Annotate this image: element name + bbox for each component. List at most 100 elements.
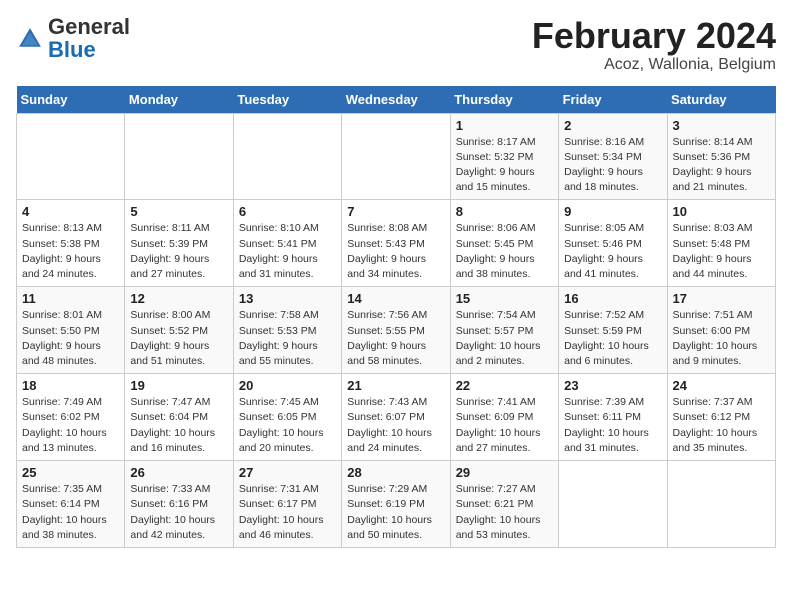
calendar-cell: 28 Sunrise: 7:29 AM Sunset: 6:19 PM Dayli… [342,461,450,548]
logo: General Blue [16,16,130,62]
calendar-cell: 4 Sunrise: 8:13 AM Sunset: 5:38 PM Daylig… [17,200,125,287]
calendar-week-row: 11Sunrise: 8:01 AM Sunset: 5:50 PM Dayli… [17,287,776,374]
day-info: Sunrise: 7:52 AM Sunset: 5:59 PM Dayligh… [564,308,661,369]
calendar-cell: 9Sunrise: 8:05 AM Sunset: 5:46 PM Daylig… [559,200,667,287]
title-block: February 2024 Acoz, Wallonia, Belgium [532,16,776,74]
calendar-cell: 12Sunrise: 8:00 AM Sunset: 5:52 PM Dayli… [125,287,233,374]
day-number: 16 [564,291,661,306]
calendar-cell: 13 Sunrise: 7:58 AM Sunset: 5:53 PM Dayli… [233,287,341,374]
calendar-cell [559,461,667,548]
day-number: 29 [456,465,553,480]
day-info: Sunrise: 7:39 AM Sunset: 6:11 PM Dayligh… [564,395,661,456]
day-number: 11 [22,291,119,306]
main-title: February 2024 [532,16,776,56]
calendar-cell: 7 Sunrise: 8:08 AM Sunset: 5:43 PM Daylig… [342,200,450,287]
calendar-cell [233,113,341,200]
day-info: Sunrise: 7:43 AM Sunset: 6:07 PM Dayligh… [347,395,444,456]
day-info: Sunrise: 7:45 AM Sunset: 6:05 PM Dayligh… [239,395,336,456]
day-number: 4 [22,204,119,219]
calendar-week-row: 4 Sunrise: 8:13 AM Sunset: 5:38 PM Daylig… [17,200,776,287]
calendar-cell: 29 Sunrise: 7:27 AM Sunset: 6:21 PM Dayli… [450,461,558,548]
calendar-cell: 5Sunrise: 8:11 AM Sunset: 5:39 PM Daylig… [125,200,233,287]
day-number: 28 [347,465,444,480]
day-number: 17 [673,291,770,306]
day-info: Sunrise: 8:16 AM Sunset: 5:34 PM Dayligh… [564,135,661,196]
day-info: Sunrise: 8:08 AM Sunset: 5:43 PM Dayligh… [347,221,444,282]
calendar-week-row: 25 Sunrise: 7:35 AM Sunset: 6:14 PM Dayli… [17,461,776,548]
calendar-cell: 1 Sunrise: 8:17 AM Sunset: 5:32 PM Daylig… [450,113,558,200]
weekday-header: Monday [125,86,233,114]
calendar-cell: 17 Sunrise: 7:51 AM Sunset: 6:00 PM Dayli… [667,287,775,374]
day-number: 2 [564,118,661,133]
day-info: Sunrise: 7:51 AM Sunset: 6:00 PM Dayligh… [673,308,770,369]
calendar-cell: 3 Sunrise: 8:14 AM Sunset: 5:36 PM Daylig… [667,113,775,200]
calendar-cell: 16 Sunrise: 7:52 AM Sunset: 5:59 PM Dayli… [559,287,667,374]
calendar-table: SundayMondayTuesdayWednesdayThursdayFrid… [16,86,776,548]
day-info: Sunrise: 8:03 AM Sunset: 5:48 PM Dayligh… [673,221,770,282]
calendar-cell: 18 Sunrise: 7:49 AM Sunset: 6:02 PM Dayli… [17,374,125,461]
day-info: Sunrise: 7:54 AM Sunset: 5:57 PM Dayligh… [456,308,553,369]
day-info: Sunrise: 7:29 AM Sunset: 6:19 PM Dayligh… [347,482,444,543]
day-info: Sunrise: 7:27 AM Sunset: 6:21 PM Dayligh… [456,482,553,543]
calendar-cell: 8 Sunrise: 8:06 AM Sunset: 5:45 PM Daylig… [450,200,558,287]
logo-text: General Blue [48,16,130,62]
weekday-header: Thursday [450,86,558,114]
day-number: 6 [239,204,336,219]
day-number: 26 [130,465,227,480]
day-info: Sunrise: 7:47 AM Sunset: 6:04 PM Dayligh… [130,395,227,456]
day-number: 21 [347,378,444,393]
calendar-week-row: 18 Sunrise: 7:49 AM Sunset: 6:02 PM Dayli… [17,374,776,461]
day-number: 20 [239,378,336,393]
day-info: Sunrise: 8:06 AM Sunset: 5:45 PM Dayligh… [456,221,553,282]
day-number: 9 [564,204,661,219]
calendar-cell: 2 Sunrise: 8:16 AM Sunset: 5:34 PM Daylig… [559,113,667,200]
calendar-cell: 14 Sunrise: 7:56 AM Sunset: 5:55 PM Dayli… [342,287,450,374]
day-number: 7 [347,204,444,219]
day-number: 27 [239,465,336,480]
day-number: 25 [22,465,119,480]
day-number: 14 [347,291,444,306]
day-number: 1 [456,118,553,133]
calendar-week-row: 1 Sunrise: 8:17 AM Sunset: 5:32 PM Daylig… [17,113,776,200]
calendar-cell: 27 Sunrise: 7:31 AM Sunset: 6:17 PM Dayli… [233,461,341,548]
page-header: General Blue February 2024 Acoz, Walloni… [16,16,776,74]
weekday-header: Sunday [17,86,125,114]
day-info: Sunrise: 8:13 AM Sunset: 5:38 PM Dayligh… [22,221,119,282]
calendar-cell: 20 Sunrise: 7:45 AM Sunset: 6:05 PM Dayli… [233,374,341,461]
calendar-cell: 26Sunrise: 7:33 AM Sunset: 6:16 PM Dayli… [125,461,233,548]
day-info: Sunrise: 7:58 AM Sunset: 5:53 PM Dayligh… [239,308,336,369]
day-info: Sunrise: 7:31 AM Sunset: 6:17 PM Dayligh… [239,482,336,543]
day-number: 12 [130,291,227,306]
calendar-cell [342,113,450,200]
logo-icon [16,25,44,53]
calendar-cell: 10 Sunrise: 8:03 AM Sunset: 5:48 PM Dayli… [667,200,775,287]
day-number: 24 [673,378,770,393]
calendar-cell: 25 Sunrise: 7:35 AM Sunset: 6:14 PM Dayli… [17,461,125,548]
calendar-cell: 19 Sunrise: 7:47 AM Sunset: 6:04 PM Dayli… [125,374,233,461]
day-number: 8 [456,204,553,219]
logo-general: General [48,14,130,39]
day-number: 10 [673,204,770,219]
day-number: 18 [22,378,119,393]
calendar-cell [17,113,125,200]
day-info: Sunrise: 7:49 AM Sunset: 6:02 PM Dayligh… [22,395,119,456]
day-info: Sunrise: 7:35 AM Sunset: 6:14 PM Dayligh… [22,482,119,543]
day-info: Sunrise: 7:56 AM Sunset: 5:55 PM Dayligh… [347,308,444,369]
calendar-cell [667,461,775,548]
weekday-header-row: SundayMondayTuesdayWednesdayThursdayFrid… [17,86,776,114]
weekday-header: Wednesday [342,86,450,114]
day-number: 15 [456,291,553,306]
day-info: Sunrise: 8:14 AM Sunset: 5:36 PM Dayligh… [673,135,770,196]
day-number: 13 [239,291,336,306]
calendar-cell [125,113,233,200]
day-info: Sunrise: 8:10 AM Sunset: 5:41 PM Dayligh… [239,221,336,282]
day-number: 22 [456,378,553,393]
calendar-cell: 21 Sunrise: 7:43 AM Sunset: 6:07 PM Dayli… [342,374,450,461]
day-number: 23 [564,378,661,393]
calendar-cell: 6 Sunrise: 8:10 AM Sunset: 5:41 PM Daylig… [233,200,341,287]
day-number: 3 [673,118,770,133]
day-number: 19 [130,378,227,393]
day-info: Sunrise: 8:17 AM Sunset: 5:32 PM Dayligh… [456,135,553,196]
weekday-header: Friday [559,86,667,114]
logo-blue: Blue [48,37,96,62]
